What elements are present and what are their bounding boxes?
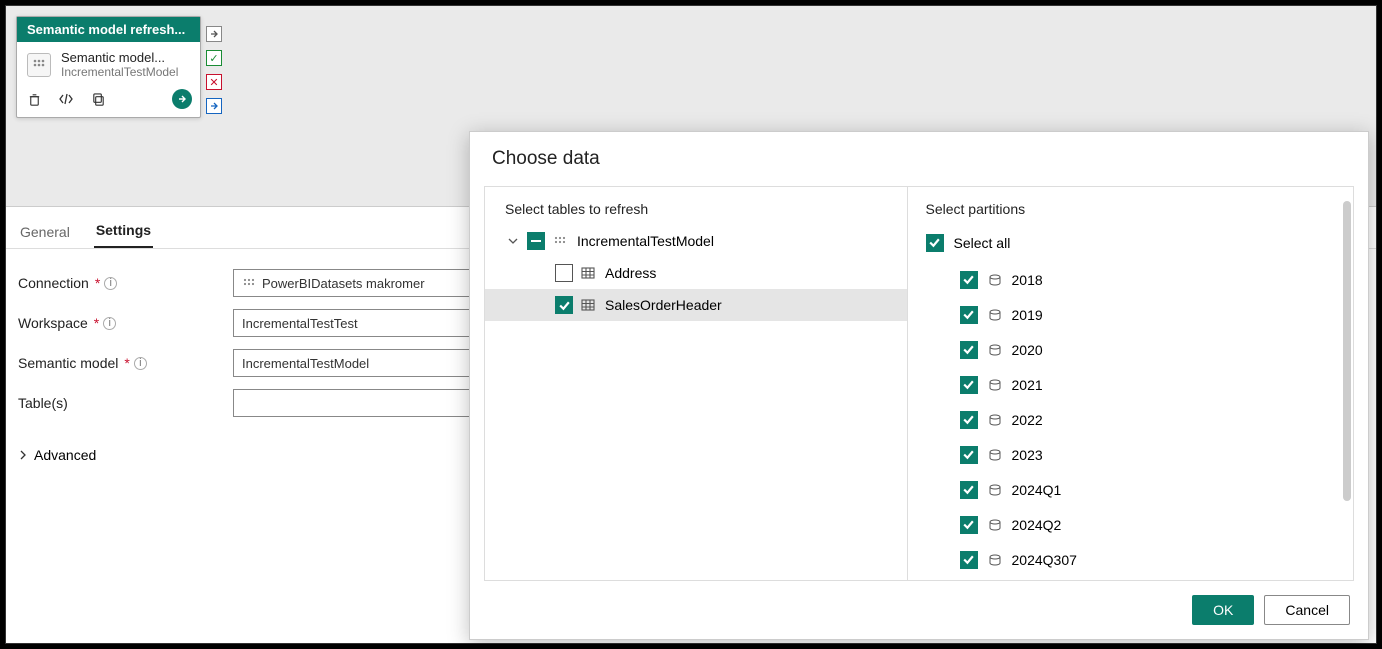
partition-row[interactable]: 2019 bbox=[932, 297, 1348, 332]
select-all-checkbox[interactable] bbox=[926, 234, 944, 252]
table-checkbox[interactable] bbox=[555, 296, 573, 314]
partition-row[interactable]: 2024Q2 bbox=[932, 507, 1348, 542]
run-icon[interactable] bbox=[172, 89, 192, 109]
root-checkbox[interactable] bbox=[527, 232, 545, 250]
partitions-header: Select partitions bbox=[926, 201, 1348, 217]
partition-icon bbox=[988, 344, 1002, 356]
table-name: Address bbox=[605, 265, 656, 281]
partition-row[interactable]: 2024Q1 bbox=[932, 472, 1348, 507]
chevron-right-icon bbox=[18, 450, 28, 460]
partition-row[interactable]: 2018 bbox=[932, 262, 1348, 297]
partition-checkbox[interactable] bbox=[960, 481, 978, 499]
tab-settings[interactable]: Settings bbox=[94, 214, 153, 248]
required-icon: * bbox=[95, 275, 100, 291]
partition-name: 2024Q1 bbox=[1012, 482, 1062, 498]
partition-name: 2019 bbox=[1012, 307, 1043, 323]
partition-name: 2018 bbox=[1012, 272, 1043, 288]
model-label: Semantic model bbox=[18, 355, 118, 371]
code-icon[interactable] bbox=[57, 90, 75, 108]
partition-checkbox[interactable] bbox=[960, 341, 978, 359]
scrollbar[interactable] bbox=[1343, 201, 1351, 501]
partition-checkbox[interactable] bbox=[960, 411, 978, 429]
partitions-pane: Select partitions Select all 2018 2019 202… bbox=[908, 187, 1354, 580]
tables-header: Select tables to refresh bbox=[505, 201, 907, 217]
partition-name: 2020 bbox=[1012, 342, 1043, 358]
dialog-title: Choose data bbox=[470, 132, 1368, 180]
port-output[interactable] bbox=[206, 26, 222, 42]
table-row[interactable]: SalesOrderHeader bbox=[485, 289, 907, 321]
info-icon[interactable]: i bbox=[134, 357, 147, 370]
tab-general[interactable]: General bbox=[18, 216, 72, 248]
partition-row[interactable]: 2020 bbox=[932, 332, 1348, 367]
tables-pane: Select tables to refresh IncrementalTest… bbox=[485, 187, 908, 580]
partition-row[interactable]: 2024Q307 bbox=[932, 542, 1348, 577]
partition-icon bbox=[988, 484, 1002, 496]
partition-checkbox[interactable] bbox=[960, 446, 978, 464]
partition-icon bbox=[988, 519, 1002, 531]
partition-checkbox[interactable] bbox=[960, 376, 978, 394]
chevron-down-icon[interactable] bbox=[507, 233, 519, 249]
table-checkbox[interactable] bbox=[555, 264, 573, 282]
activity-subtitle: IncrementalTestModel bbox=[61, 65, 178, 79]
choose-data-dialog: Choose data Select tables to refresh Inc… bbox=[469, 131, 1369, 640]
copy-icon[interactable] bbox=[89, 90, 107, 108]
partition-name: 2021 bbox=[1012, 377, 1043, 393]
partition-row[interactable]: 2023 bbox=[932, 437, 1348, 472]
partition-name: 2023 bbox=[1012, 447, 1043, 463]
model-icon bbox=[553, 235, 569, 247]
select-all-row[interactable]: Select all bbox=[926, 225, 1348, 260]
workspace-label: Workspace bbox=[18, 315, 88, 331]
model-name: IncrementalTestModel bbox=[577, 233, 714, 249]
port-fail[interactable]: ✕ bbox=[206, 74, 222, 90]
partition-icon bbox=[988, 274, 1002, 286]
tree-root[interactable]: IncrementalTestModel bbox=[485, 225, 907, 257]
partition-row[interactable]: 2022 bbox=[932, 402, 1348, 437]
partition-checkbox[interactable] bbox=[960, 551, 978, 569]
semantic-model-icon bbox=[27, 53, 51, 77]
partition-icon bbox=[988, 449, 1002, 461]
activity-header: Semantic model refresh... bbox=[17, 17, 200, 42]
ok-button[interactable]: OK bbox=[1192, 595, 1254, 625]
partition-name: 2024Q2 bbox=[1012, 517, 1062, 533]
partition-icon bbox=[988, 309, 1002, 321]
required-icon: * bbox=[124, 355, 129, 371]
tables-label: Table(s) bbox=[18, 395, 68, 411]
activity-card[interactable]: Semantic model refresh... Semantic model… bbox=[16, 16, 201, 118]
partition-checkbox[interactable] bbox=[960, 306, 978, 324]
output-ports: ✓ ✕ bbox=[206, 26, 222, 114]
table-row[interactable]: Address bbox=[485, 257, 907, 289]
port-skip[interactable] bbox=[206, 98, 222, 114]
required-icon: * bbox=[94, 315, 99, 331]
table-name: SalesOrderHeader bbox=[605, 297, 722, 313]
port-success[interactable]: ✓ bbox=[206, 50, 222, 66]
partition-icon bbox=[988, 379, 1002, 391]
partition-checkbox[interactable] bbox=[960, 516, 978, 534]
dataset-icon bbox=[242, 277, 256, 289]
partition-row[interactable]: 2021 bbox=[932, 367, 1348, 402]
partition-icon bbox=[988, 554, 1002, 566]
table-icon bbox=[581, 266, 597, 280]
partition-name: 2024Q307 bbox=[1012, 552, 1077, 568]
partition-name: 2022 bbox=[1012, 412, 1043, 428]
connection-label: Connection bbox=[18, 275, 89, 291]
cancel-button[interactable]: Cancel bbox=[1264, 595, 1350, 625]
delete-icon[interactable] bbox=[25, 90, 43, 108]
partition-icon bbox=[988, 414, 1002, 426]
table-icon bbox=[581, 298, 597, 312]
info-icon[interactable]: i bbox=[104, 277, 117, 290]
activity-title: Semantic model... bbox=[61, 50, 178, 65]
info-icon[interactable]: i bbox=[103, 317, 116, 330]
partition-checkbox[interactable] bbox=[960, 271, 978, 289]
